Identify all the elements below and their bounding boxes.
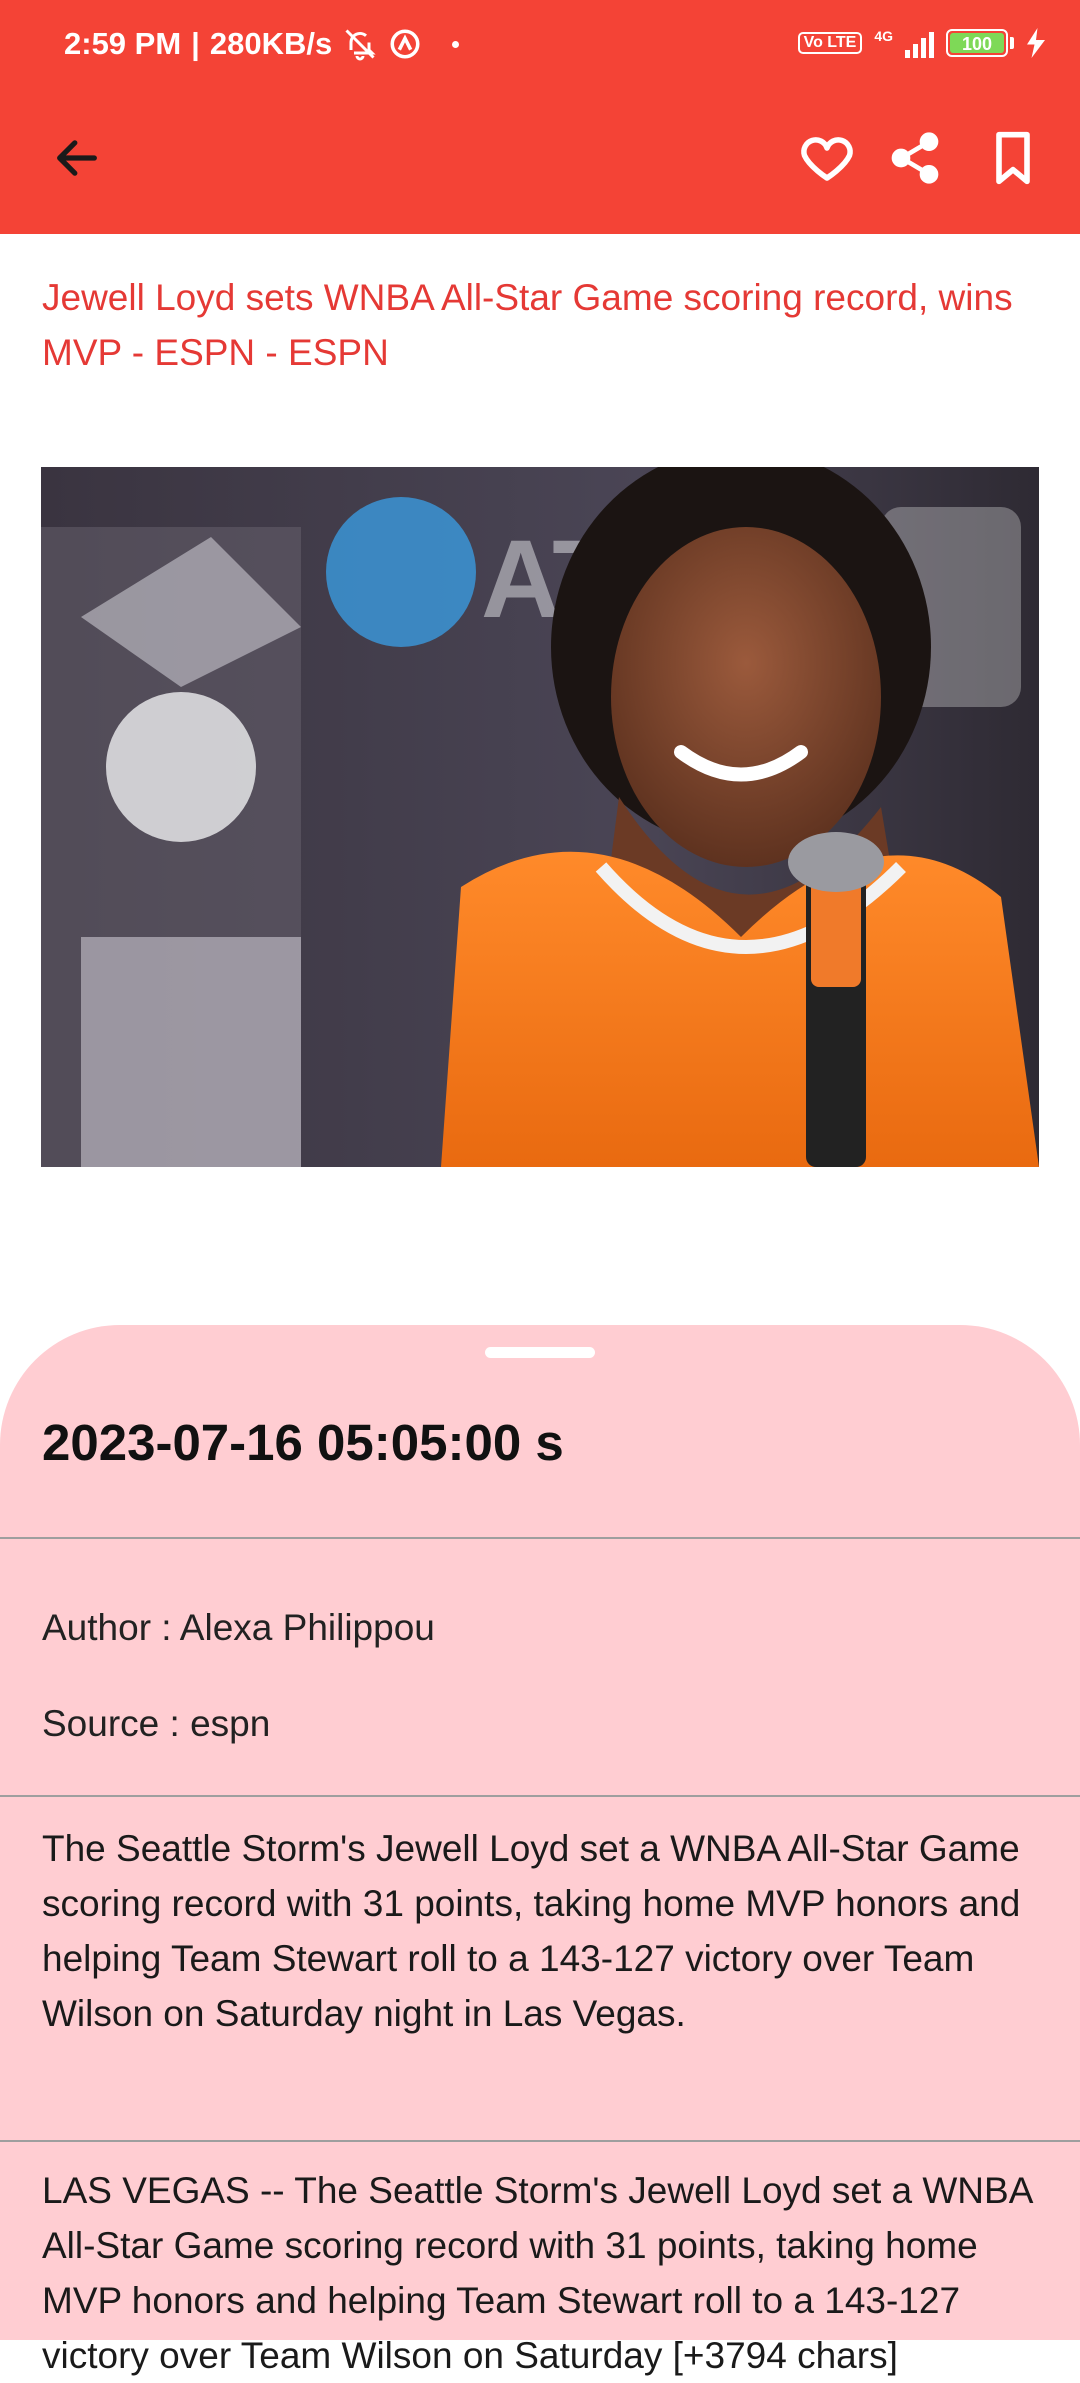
network-type: 4G <box>874 28 893 44</box>
circle-a-icon <box>390 29 420 59</box>
article-body: LAS VEGAS -- The Seattle Storm's Jewell … <box>42 2170 1032 2376</box>
arrow-left-icon <box>57 140 97 176</box>
heart-icon <box>801 137 853 181</box>
article-summary: The Seattle Storm's Jewell Loyd set a WN… <box>42 1828 1021 2034</box>
mute-bell-icon <box>345 29 376 61</box>
divider <box>0 1537 1080 1539</box>
volte-badge: Vo LTE <box>797 32 863 54</box>
divider <box>0 1795 1080 1797</box>
status-right: Vo LTE 4G 100 <box>797 28 1046 58</box>
article-image: AT <box>41 467 1039 1167</box>
published-date: 2023-07-16 05:05:00 s <box>42 1414 564 1471</box>
charging-bolt-icon <box>1027 28 1045 58</box>
details-sheet[interactable]: 2023-07-16 05:05:00 s Author : Alexa Phi… <box>0 1325 1080 2376</box>
status-left: 2:59 PM | 280KB/s <box>64 26 460 62</box>
signal-icon <box>905 28 934 58</box>
status-bar: 2:59 PM | 280KB/s Vo LTE 4G 100 <box>0 0 1080 100</box>
share-button[interactable] <box>875 118 955 198</box>
battery-icon: 100 <box>946 29 1008 57</box>
divider <box>0 2140 1080 2142</box>
article-title[interactable]: Jewell Loyd sets WNBA All-Star Game scor… <box>42 270 1022 380</box>
share-icon <box>891 132 939 184</box>
drag-handle[interactable] <box>485 1347 595 1358</box>
battery-level: 100 <box>961 34 993 54</box>
favorite-button[interactable] <box>787 118 867 198</box>
app-bar: 2:59 PM | 280KB/s Vo LTE 4G 100 <box>0 0 1080 234</box>
clock: 2:59 PM <box>64 26 182 61</box>
dot-icon <box>452 40 460 48</box>
source-label: Source : espn <box>42 1703 271 1744</box>
hero-illustration: AT <box>41 467 1039 1167</box>
net-speed: 280KB/s <box>209 26 333 61</box>
bookmark-icon <box>996 131 1030 185</box>
bookmark-button[interactable] <box>973 118 1053 198</box>
author-label: Author : Alexa Philippou <box>42 1607 435 1648</box>
back-button[interactable] <box>37 118 117 198</box>
